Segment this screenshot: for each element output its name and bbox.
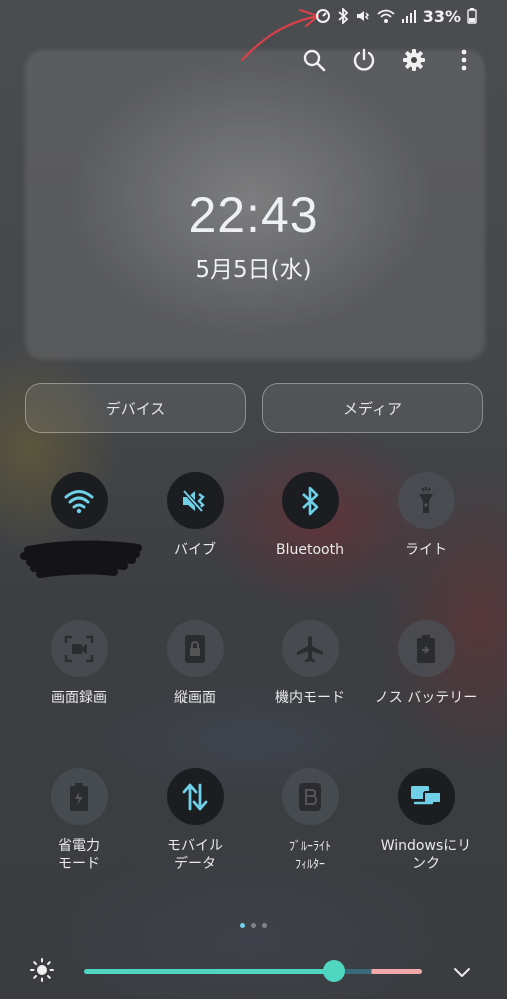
settings-gear-icon — [403, 49, 425, 71]
flashlight-icon — [419, 486, 433, 513]
tile-screen-record[interactable]: 画面録画 — [20, 620, 138, 707]
portrait-lock-icon — [185, 634, 205, 663]
chevron-down-icon[interactable] — [452, 962, 472, 982]
more-options-button[interactable] — [451, 44, 477, 76]
tile-label: Windowsにリ ンク — [380, 838, 472, 872]
blue-light-filter-icon — [299, 782, 321, 811]
vibrate-icon — [182, 489, 205, 512]
tile-label: 画面録画 — [51, 690, 107, 706]
tile-wifi-toggle[interactable] — [50, 472, 108, 529]
tile-label: ノス バッテリー — [374, 690, 478, 706]
tile-label: 縦画面 — [174, 690, 216, 706]
tile-power-saving[interactable]: 省電力 モード — [20, 768, 138, 873]
tile-battery-share-toggle[interactable] — [397, 620, 455, 677]
signal-icon — [401, 10, 416, 23]
tile-airplane-toggle[interactable] — [281, 620, 339, 677]
vibrate-icon — [356, 11, 369, 21]
tile-airplane[interactable]: 機内モード — [251, 620, 369, 707]
tile-label: ﾌﾞﾙｰﾗｲﾄ ﾌｨﾙﾀｰ — [288, 839, 331, 871]
data-saver-icon — [315, 9, 330, 23]
settings-button[interactable] — [401, 44, 427, 76]
tile-link-to-windows-toggle[interactable] — [397, 768, 455, 825]
media-button[interactable]: メディア — [262, 383, 483, 433]
tile-battery-share[interactable]: ノス バッテリー — [367, 620, 485, 707]
page-dot — [262, 923, 267, 928]
screen-record-icon — [64, 635, 94, 662]
wifi-icon — [377, 9, 395, 23]
tile-label: 機内モード — [275, 690, 345, 706]
tile-label: モバイル データ — [167, 838, 223, 872]
wifi-icon — [64, 489, 94, 513]
brightness-slider-track[interactable] — [84, 969, 422, 974]
tile-label: 省電力 モード — [58, 838, 100, 872]
page-indicator — [240, 923, 267, 928]
bluetooth-icon — [338, 8, 349, 24]
quick-panel-actions — [301, 44, 477, 76]
battery-percent: 33% — [422, 6, 461, 26]
tile-flashlight[interactable]: ライト — [367, 472, 485, 559]
clock-date: 5月5日(水) — [195, 257, 312, 283]
tile-link-to-windows[interactable]: Windowsにリ ンク — [367, 768, 485, 873]
tile-bluetooth[interactable]: Bluetooth — [251, 472, 369, 559]
tile-blue-light-filter-toggle[interactable] — [281, 768, 339, 825]
tile-flashlight-toggle[interactable] — [397, 472, 455, 529]
redaction-scribble — [20, 540, 142, 578]
tile-portrait-toggle[interactable] — [166, 620, 224, 677]
power-icon — [353, 48, 375, 71]
tile-screen-record-toggle[interactable] — [50, 620, 108, 677]
battery-icon — [467, 8, 477, 24]
power-saving-icon — [70, 782, 88, 811]
link-to-windows-icon — [411, 785, 442, 804]
tile-vibrate[interactable]: バイブ — [136, 472, 254, 559]
search-icon — [303, 49, 326, 72]
tile-portrait[interactable]: 縦画面 — [136, 620, 254, 707]
search-button[interactable] — [301, 44, 327, 76]
brightness-sun-icon — [30, 958, 54, 982]
tile-label: バイブ — [174, 542, 216, 558]
tile-wifi[interactable] — [20, 472, 138, 541]
tile-bluetooth-toggle[interactable] — [281, 472, 339, 529]
power-button[interactable] — [351, 44, 377, 76]
devices-button[interactable]: デバイス — [25, 383, 246, 433]
bluetooth-icon — [302, 486, 319, 515]
clock-time: 22:43 — [188, 187, 319, 243]
tile-power-saving-toggle[interactable] — [50, 768, 108, 825]
tile-blue-light-filter[interactable]: ﾌﾞﾙｰﾗｲﾄ ﾌｨﾙﾀｰ — [251, 768, 369, 873]
page-dot — [251, 923, 256, 928]
tile-label: Bluetooth — [276, 542, 344, 558]
brightness-slider-thumb[interactable] — [323, 960, 346, 982]
page-dot-active — [240, 923, 245, 928]
status-bar: 33% — [315, 6, 477, 26]
tile-mobile-data-toggle[interactable] — [166, 768, 224, 825]
airplane-icon — [297, 635, 323, 662]
battery-share-icon — [417, 634, 435, 663]
tile-vibrate-toggle[interactable] — [166, 472, 224, 529]
more-vertical-icon — [461, 49, 467, 71]
tile-mobile-data[interactable]: モバイル データ — [136, 768, 254, 873]
mobile-data-icon — [182, 783, 208, 810]
tile-label: ライト — [405, 542, 447, 558]
